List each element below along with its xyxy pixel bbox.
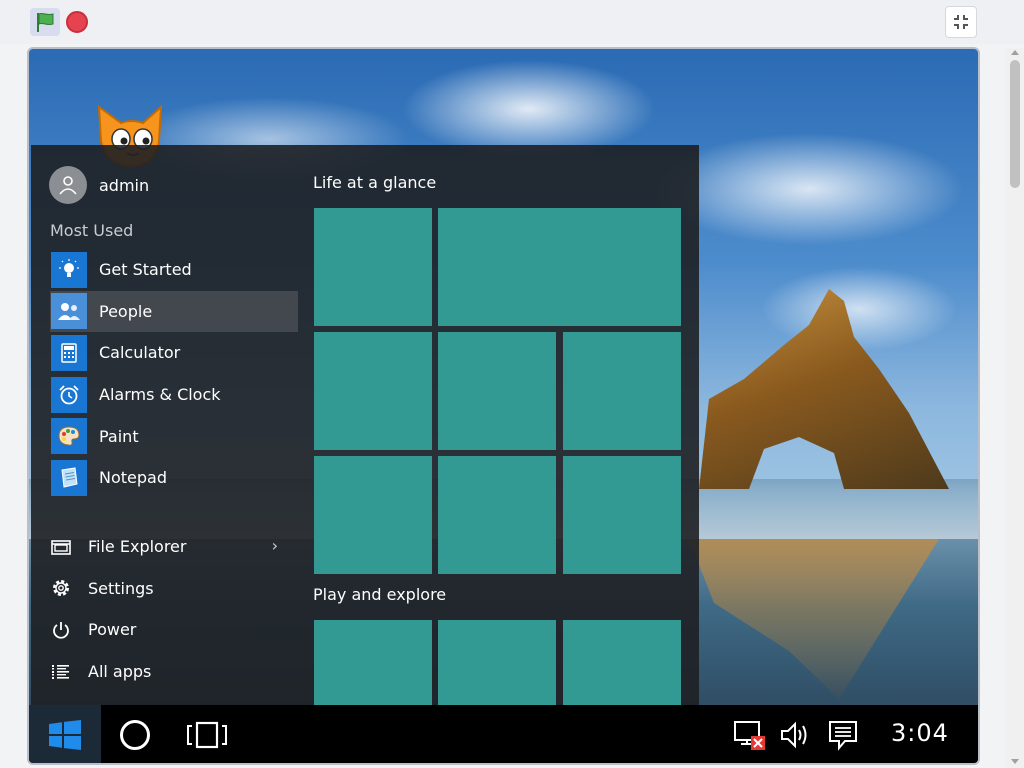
- list-icon: [50, 661, 72, 683]
- app-label: People: [99, 301, 153, 321]
- sys-label: Settings: [88, 578, 154, 598]
- action-center-button[interactable]: [825, 717, 861, 753]
- live-tile[interactable]: [563, 456, 681, 574]
- scrollbar-thumb[interactable]: [1010, 60, 1020, 188]
- alarm-clock-icon: [51, 376, 87, 413]
- settings-item[interactable]: Settings: [50, 568, 298, 610]
- live-tile[interactable]: [314, 208, 432, 326]
- user-name: admin: [99, 175, 150, 195]
- user-avatar-icon: [49, 166, 87, 204]
- calculator-icon: [51, 334, 87, 371]
- paint-palette-icon: [51, 418, 87, 455]
- sys-label: Power: [88, 620, 137, 640]
- volume-control[interactable]: [777, 717, 815, 753]
- most-used-heading: Most Used: [50, 221, 134, 240]
- power-item[interactable]: Power: [50, 609, 298, 651]
- app-item-get-started[interactable]: Get Started: [50, 249, 298, 291]
- app-label: Calculator: [99, 343, 181, 363]
- lightbulb-icon: [51, 251, 87, 288]
- file-explorer-icon: [50, 536, 72, 558]
- player-header: [0, 0, 1024, 44]
- app-label: Get Started: [99, 260, 192, 280]
- stop-button[interactable]: [66, 11, 88, 33]
- live-tile[interactable]: [314, 332, 432, 450]
- speaker-icon: [781, 721, 807, 749]
- app-label: Paint: [99, 426, 139, 446]
- app-label: Alarms & Clock: [99, 385, 221, 405]
- green-flag-button[interactable]: [30, 8, 60, 36]
- live-tile[interactable]: [314, 620, 432, 705]
- start-menu: admin Most Used Get Started People Calcu…: [31, 145, 699, 705]
- taskbar: 3:04: [29, 705, 978, 763]
- notepad-icon: [51, 459, 87, 496]
- most-used-list: Get Started People Calculator Alarms & C…: [50, 249, 298, 499]
- taskbar-clock[interactable]: 3:04: [891, 719, 949, 747]
- page-scrollbar[interactable]: [1006, 48, 1024, 768]
- sys-label: File Explorer: [88, 537, 187, 557]
- power-icon: [50, 619, 72, 641]
- tile-group-title: Play and explore: [313, 585, 447, 604]
- system-list: File Explorer › Settings Power All apps: [50, 526, 298, 692]
- start-button[interactable]: [29, 705, 101, 763]
- exit-fullscreen-button[interactable]: [945, 6, 977, 38]
- cortana-search-button[interactable]: [113, 713, 157, 757]
- green-flag-icon: [37, 12, 54, 32]
- people-icon: [51, 293, 87, 330]
- live-tile[interactable]: [563, 620, 681, 705]
- exit-fullscreen-icon: [954, 15, 968, 29]
- action-center-icon: [829, 721, 857, 751]
- app-item-calculator[interactable]: Calculator: [50, 332, 298, 374]
- task-view-icon: [187, 721, 227, 749]
- project-stage[interactable]: admin Most Used Get Started People Calcu…: [27, 47, 980, 765]
- scroll-up-arrow-icon[interactable]: [1011, 50, 1019, 55]
- sys-label: All apps: [88, 662, 152, 682]
- live-tile[interactable]: [563, 332, 681, 450]
- all-apps-item[interactable]: All apps: [50, 651, 298, 693]
- user-account[interactable]: admin: [49, 165, 149, 205]
- live-tile[interactable]: [438, 620, 556, 705]
- app-item-people[interactable]: People: [50, 290, 298, 333]
- live-tile[interactable]: [438, 456, 556, 574]
- app-label: Notepad: [99, 468, 167, 488]
- app-item-notepad[interactable]: Notepad: [50, 457, 298, 499]
- tile-group-title: Life at a glance: [313, 173, 437, 192]
- network-status[interactable]: [729, 717, 769, 753]
- scroll-down-arrow-icon[interactable]: [1011, 759, 1019, 764]
- app-item-paint[interactable]: Paint: [50, 415, 298, 457]
- gear-icon: [50, 577, 72, 599]
- network-disconnected-icon: [734, 721, 765, 750]
- live-tile[interactable]: [438, 332, 556, 450]
- live-tile[interactable]: [438, 208, 681, 326]
- file-explorer-item[interactable]: File Explorer ›: [50, 526, 298, 568]
- chevron-right-icon[interactable]: ›: [272, 536, 278, 555]
- live-tile[interactable]: [314, 456, 432, 574]
- task-view-button[interactable]: [183, 713, 231, 757]
- cortana-circle-icon: [120, 720, 150, 750]
- windows-logo-icon: [49, 720, 81, 750]
- app-item-alarms-clock[interactable]: Alarms & Clock: [50, 374, 298, 416]
